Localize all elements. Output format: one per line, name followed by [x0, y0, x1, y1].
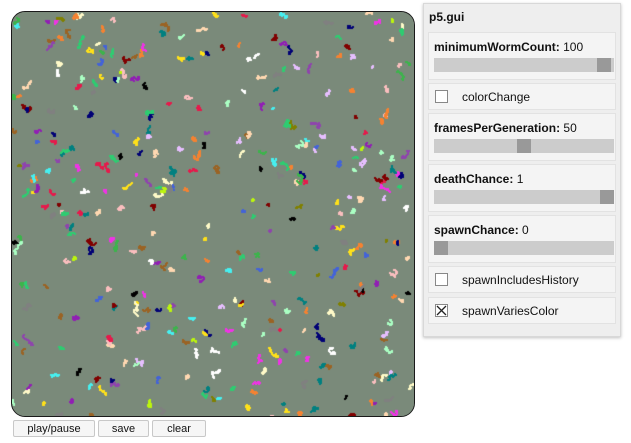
checkbox[interactable]: [435, 90, 448, 103]
clear-button[interactable]: clear: [152, 420, 206, 437]
slider-value: 1: [516, 172, 524, 186]
slider-thumb[interactable]: [434, 241, 448, 255]
checkbox-row-spawn-varies-color[interactable]: spawnVariesColor: [428, 297, 616, 324]
checkmark-x-icon: [436, 305, 447, 316]
slider-thumb[interactable]: [597, 58, 611, 72]
slider-name: spawnChance: [434, 223, 515, 237]
checkbox-label: spawnVariesColor: [462, 304, 559, 318]
slider-name: minimumWormCount: [434, 40, 556, 54]
slider-thumb[interactable]: [600, 190, 614, 204]
checkbox-row-color-change[interactable]: colorChange: [428, 83, 616, 110]
slider-row-frames-per-generation: framesPerGeneration: 50: [428, 113, 616, 161]
slider-value: 100: [563, 40, 584, 54]
slider-value: 0: [522, 223, 529, 237]
sketch-controls: play/pause save clear: [13, 420, 206, 437]
gui-title: p5.gui: [429, 10, 465, 24]
slider-label: deathChance: 1: [434, 172, 524, 186]
slider-value: 50: [563, 121, 577, 135]
checkbox-label: colorChange: [462, 90, 531, 104]
slider-track[interactable]: [434, 190, 614, 204]
slider-track[interactable]: [434, 241, 614, 255]
checkbox[interactable]: [435, 304, 448, 317]
slider-row-minimum-worm-count: minimumWormCount: 100: [428, 32, 616, 80]
checkbox[interactable]: [435, 273, 448, 286]
checkbox-row-spawn-includes-history[interactable]: spawnIncludesHistory: [428, 266, 616, 293]
worm-canvas[interactable]: [12, 12, 414, 416]
slider-thumb[interactable]: [517, 139, 531, 153]
slider-name: deathChance: [434, 172, 510, 186]
slider-label: minimumWormCount: 100: [434, 40, 584, 54]
slider-label: spawnChance: 0: [434, 223, 529, 237]
sketch-canvas[interactable]: [11, 11, 415, 417]
gui-panel: p5.gui minimumWormCount: 100 colorChange…: [423, 3, 621, 337]
slider-track[interactable]: [434, 58, 614, 72]
play-pause-button[interactable]: play/pause: [13, 420, 95, 437]
slider-label: framesPerGeneration: 50: [434, 121, 577, 135]
slider-row-death-chance: deathChance: 1: [428, 164, 616, 212]
slider-name: framesPerGeneration: [434, 121, 557, 135]
slider-row-spawn-chance: spawnChance: 0: [428, 215, 616, 263]
checkbox-label: spawnIncludesHistory: [462, 273, 579, 287]
save-button[interactable]: save: [98, 420, 149, 437]
slider-track[interactable]: [434, 139, 614, 153]
